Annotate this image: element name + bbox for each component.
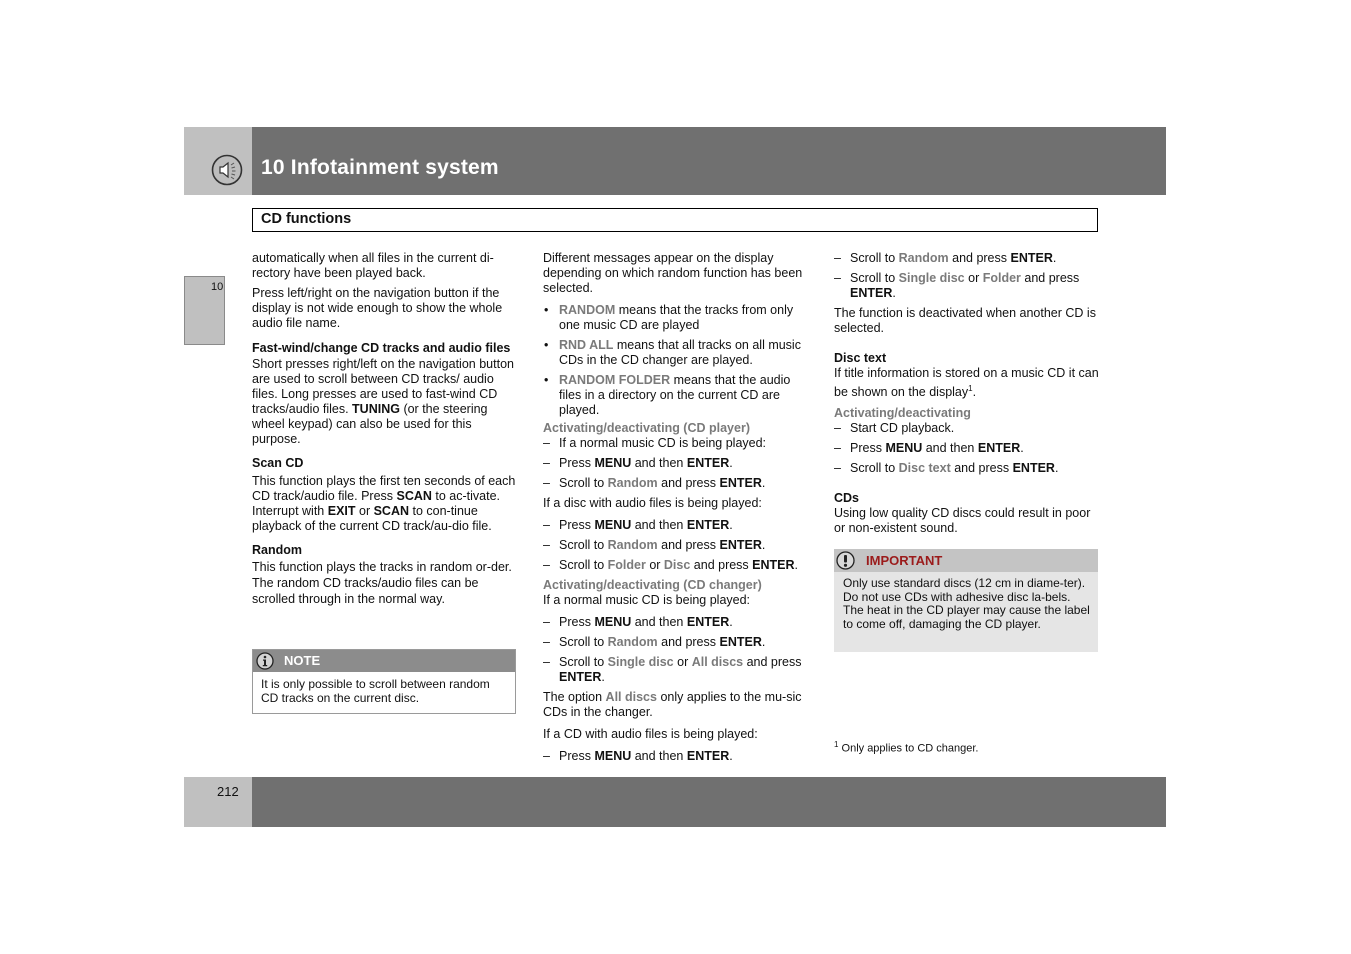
paragraph: The option All discs only applies to the… — [543, 690, 802, 719]
important-box: IMPORTANT Only use standard discs (12 cm… — [834, 549, 1098, 652]
step: Scroll to Random and press ENTER. — [543, 635, 811, 650]
note-title: NOTE — [284, 653, 321, 668]
speaker-icon — [211, 154, 243, 186]
heading-scan-cd: Scan CD — [252, 456, 304, 470]
note-text: It is only possible to scroll between ra… — [261, 677, 490, 705]
heading-random: Random — [252, 543, 302, 557]
step: Scroll to Disc text and press ENTER. — [834, 461, 1100, 476]
subheading-cd-changer: Activating/deactivating (CD changer) — [543, 578, 762, 592]
column-2: Different messages appear on the display… — [543, 251, 811, 769]
footnote-mark: 1 — [834, 740, 839, 749]
step: Press MENU and then ENTER. — [543, 615, 811, 630]
heading-cds: CDs — [834, 491, 860, 506]
page-number: 212 — [217, 784, 239, 799]
important-text: Only use standard discs (12 cm in diame-… — [843, 576, 1090, 631]
column-3: Scroll to Random and press ENTER. Scroll… — [834, 251, 1100, 541]
footnote-text: Only applies to CD changer. — [841, 742, 979, 755]
column-1: automatically when all files in the curr… — [252, 251, 518, 612]
paragraph: Different messages appear on the display… — [543, 251, 803, 295]
paragraph: Short presses right/left on the navigati… — [252, 357, 514, 446]
paragraph: If a disc with audio files is being play… — [543, 496, 762, 510]
exclamation-icon — [836, 551, 855, 570]
heading-fast-wind: Fast-wind/change CD tracks and audio fil… — [252, 341, 511, 355]
paragraph: This function plays the tracks in random… — [252, 560, 512, 606]
step: Scroll to Random and press ENTER. — [543, 538, 811, 553]
step: Press MENU and then ENTER. — [543, 456, 811, 471]
list-item: RANDOM FOLDER means that the audio files… — [543, 373, 811, 418]
subheading-disc-text: Activating/deactivating — [834, 406, 971, 421]
list-item: RND ALL means that all tracks on all mus… — [543, 338, 811, 368]
paragraph: If title information is stored on a musi… — [834, 366, 1099, 400]
list-item: RANDOM means that the tracks from only o… — [543, 303, 811, 333]
chapter-side-tab-label: 10 — [211, 281, 224, 293]
section-title: CD functions — [261, 211, 352, 227]
paragraph: The function is deactivated when another… — [834, 306, 1096, 335]
paragraph: If a CD with audio files is being played… — [543, 727, 758, 741]
heading-disc-text: Disc text — [834, 351, 887, 365]
paragraph: This function plays the first ten second… — [252, 474, 516, 533]
paragraph: If a normal music CD is being played: — [543, 593, 751, 607]
footer-bar — [252, 777, 1166, 827]
step: Scroll to Single disc or Folder and pres… — [834, 271, 1100, 301]
step: Scroll to Single disc or All discs and p… — [543, 655, 811, 685]
chapter-title: 10 Infotainment system — [261, 156, 499, 179]
subheading-cd-player: Activating/deactivating (CD player) — [543, 421, 750, 435]
section-title-box — [252, 208, 1098, 232]
step: Press MENU and then ENTER. — [543, 749, 811, 764]
step: Scroll to Random and press ENTER. — [834, 251, 1100, 266]
step: If a normal music CD is being played: — [543, 436, 811, 451]
step: Scroll to Folder or Disc and press ENTER… — [543, 558, 811, 573]
step: Press MENU and then ENTER. — [834, 441, 1100, 456]
step: Scroll to Random and press ENTER. — [543, 476, 811, 491]
info-icon — [256, 652, 274, 670]
note-box: NOTE It is only possible to scroll betwe… — [252, 649, 516, 714]
paragraph: Using low quality CD discs could result … — [834, 506, 1091, 536]
important-title: IMPORTANT — [866, 553, 943, 568]
paragraph: automatically when all files in the curr… — [252, 251, 494, 280]
paragraph: Press left/right on the navigation butto… — [252, 286, 503, 330]
step: Start CD playback. — [834, 421, 1100, 436]
step: Press MENU and then ENTER. — [543, 518, 811, 533]
footnote: 1 Only applies to CD changer. — [834, 740, 978, 755]
